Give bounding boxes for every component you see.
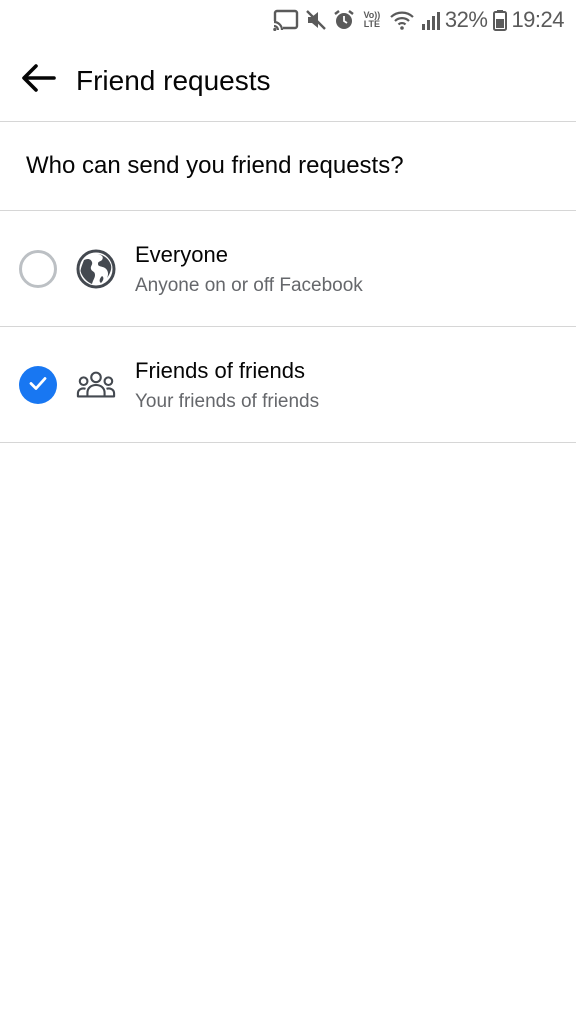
cast-icon xyxy=(272,8,299,32)
clock: 19:24 xyxy=(511,7,564,32)
wifi-icon xyxy=(389,8,415,32)
option-subtitle: Anyone on or off Facebook xyxy=(135,275,363,296)
option-title: Friends of friends xyxy=(135,358,305,383)
arrow-left-icon xyxy=(20,62,56,99)
section-question: Who can send you friend requests? xyxy=(0,122,576,211)
option-friends-of-friends[interactable]: Friends of friends Your friends of frien… xyxy=(0,327,576,443)
page-title: Friend requests xyxy=(76,64,271,96)
option-title: Everyone xyxy=(135,242,228,267)
people-group-icon xyxy=(76,365,116,405)
mute-icon xyxy=(305,8,327,32)
volte-icon: Vo)) LTE xyxy=(361,8,383,32)
option-subtitle: Your friends of friends xyxy=(135,391,320,412)
alarm-icon xyxy=(333,8,355,32)
lte-label: LTE xyxy=(363,19,381,29)
option-everyone[interactable]: Everyone Anyone on or off Facebook xyxy=(0,211,576,327)
app-header: Friend requests xyxy=(0,40,576,122)
globe-icon xyxy=(76,249,116,289)
battery-icon xyxy=(493,8,508,32)
signal-icon xyxy=(421,8,441,32)
checkmark-icon xyxy=(27,372,49,399)
status-bar: Vo)) LTE 32% 19:24 xyxy=(0,0,576,40)
radio-everyone[interactable] xyxy=(19,250,57,288)
back-button[interactable] xyxy=(14,57,62,105)
radio-friends-of-friends[interactable] xyxy=(19,366,57,404)
battery-percent: 32% xyxy=(444,7,488,32)
